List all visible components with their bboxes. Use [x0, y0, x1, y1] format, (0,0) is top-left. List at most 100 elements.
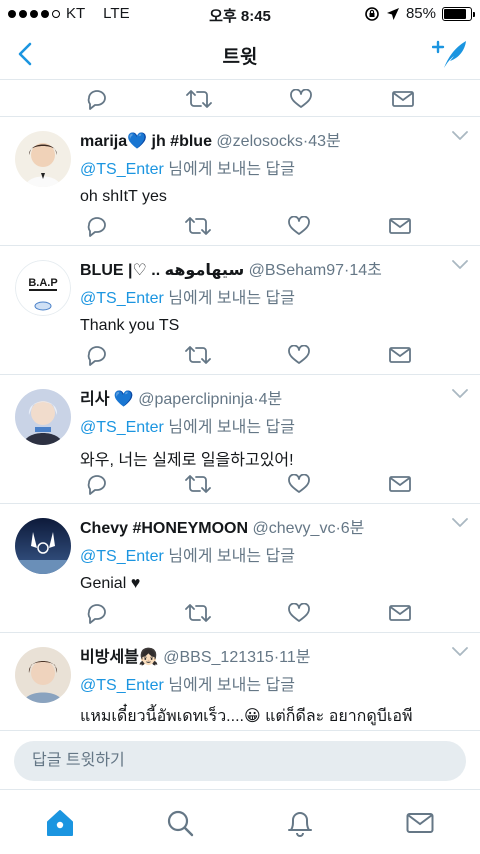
user-handle[interactable]: @BSeham97	[249, 262, 344, 279]
reply-bar	[0, 730, 480, 789]
display-name[interactable]: 리사 💙	[80, 391, 134, 408]
tweet-actions	[80, 597, 417, 629]
retweet-button[interactable]	[181, 599, 215, 627]
tweet-text: 와우, 너는 실제로 일을하고있어!	[80, 452, 294, 469]
envelope-icon	[392, 90, 414, 107]
user-handle[interactable]: @BBS_121315	[163, 649, 274, 666]
chevron-down-icon[interactable]	[452, 647, 468, 657]
retweet-button[interactable]	[181, 470, 215, 498]
replying-to-label: 님에게 보내는 답글	[163, 419, 295, 436]
tweet-content: Chevy #HONEYMOON @chevy_vc·6분 @TS_Enter …	[80, 514, 440, 593]
tab-messages[interactable]	[404, 808, 436, 838]
replies-feed[interactable]: marija💙 jh #blue @zelosocks·43분 @TS_Ente…	[0, 81, 480, 731]
compose-tweet-icon[interactable]	[432, 38, 468, 70]
display-name[interactable]: Chevy #HONEYMOON	[80, 520, 248, 537]
tweet-header: 비방세블👧🏻 @BBS_121315·11분	[80, 643, 440, 667]
location-arrow-icon	[386, 7, 399, 20]
avatar[interactable]	[15, 389, 71, 445]
chevron-down-icon[interactable]	[452, 389, 468, 399]
mention-link[interactable]: @TS_Enter	[80, 419, 164, 436]
user-handle[interactable]: @zelosocks	[216, 133, 303, 150]
reply-button[interactable]	[80, 85, 114, 113]
tab-home[interactable]	[44, 808, 76, 838]
heart-icon	[290, 88, 312, 108]
like-button[interactable]	[284, 85, 318, 113]
timestamp: 11분	[279, 649, 311, 666]
like-button[interactable]	[282, 599, 316, 627]
mention-link[interactable]: @TS_Enter	[80, 548, 164, 565]
direct-message-button[interactable]	[386, 85, 420, 113]
tab-notifications[interactable]	[284, 808, 316, 838]
mention-link[interactable]: @TS_Enter	[80, 290, 164, 307]
reply-icon	[87, 604, 106, 624]
tweet-header: BLUE |♡ .. سيهاموهه @BSeham97·14초	[80, 256, 440, 280]
envelope-icon	[389, 605, 411, 621]
replying-to-label: 님에게 보내는 답글	[163, 677, 295, 694]
reply-icon	[87, 346, 106, 366]
replying-to: @TS_Enter 님에게 보내는 답글	[80, 284, 440, 308]
chevron-down-icon[interactable]	[452, 518, 468, 528]
display-name[interactable]: BLUE |♡ .. سيهاموهه	[80, 262, 244, 279]
avatar[interactable]: B.A.P	[15, 260, 71, 316]
reply-button[interactable]	[80, 341, 114, 369]
mention-link[interactable]: @TS_Enter	[80, 161, 164, 178]
replying-to-label: 님에게 보내는 답글	[163, 161, 295, 178]
replying-to: @TS_Enter 님에게 보내는 답글	[80, 413, 440, 437]
tweet-actions	[80, 339, 417, 371]
heart-icon	[288, 216, 310, 235]
replying-to-label: 님에게 보내는 답글	[163, 548, 295, 565]
retweet-button[interactable]	[181, 341, 215, 369]
chevron-down-icon[interactable]	[452, 260, 468, 270]
search-icon	[167, 810, 194, 837]
timestamp: 4분	[258, 391, 283, 408]
reply-icon	[87, 475, 106, 495]
like-button[interactable]	[282, 470, 316, 498]
reply-button[interactable]	[80, 470, 114, 498]
tweet-actions	[80, 468, 417, 500]
user-handle[interactable]: @chevy_vc	[253, 520, 336, 537]
reply-icon	[87, 217, 106, 237]
retweet-icon	[185, 475, 211, 493]
retweet-button[interactable]	[182, 85, 216, 113]
timestamp: 43분	[308, 133, 341, 150]
like-button[interactable]	[282, 212, 316, 240]
reply-button[interactable]	[80, 212, 114, 240]
retweet-icon	[185, 604, 211, 622]
page-title: 트윗	[222, 47, 258, 68]
heart-icon	[288, 345, 310, 364]
tweet-text: oh shItT yes	[80, 188, 167, 205]
display-name[interactable]: 비방세블👧🏻	[80, 649, 159, 666]
like-button[interactable]	[282, 341, 316, 369]
replying-to-label: 님에게 보내는 답글	[163, 290, 295, 307]
display-name[interactable]: marija💙 jh #blue	[80, 133, 212, 150]
replying-to: @TS_Enter 님에게 보내는 답글	[80, 542, 440, 566]
tweet-item[interactable]: Chevy #HONEYMOON @chevy_vc·6분 @TS_Enter …	[0, 504, 480, 633]
retweet-button[interactable]	[181, 212, 215, 240]
retweet-icon	[186, 89, 212, 108]
envelope-icon	[389, 476, 411, 492]
direct-message-button[interactable]	[383, 341, 417, 369]
mention-link[interactable]: @TS_Enter	[80, 677, 164, 694]
direct-message-button[interactable]	[383, 470, 417, 498]
chevron-down-icon[interactable]	[452, 131, 468, 141]
rotation-lock-icon	[365, 6, 379, 21]
user-handle[interactable]: @paperclipninja	[138, 391, 253, 408]
tweet-item[interactable]: 비방세블👧🏻 @BBS_121315·11분 @TS_Enter 님에게 보내는…	[0, 633, 480, 731]
tweet-item[interactable]: 리사 💙 @paperclipninja·4분 @TS_Enter 님에게 보내…	[0, 375, 480, 504]
direct-message-button[interactable]	[383, 212, 417, 240]
direct-message-button[interactable]	[383, 599, 417, 627]
tweet-text: Thank you TS	[80, 317, 180, 334]
nav-bar: 트윗	[0, 28, 480, 80]
reply-tweet-input[interactable]	[14, 741, 466, 781]
avatar[interactable]	[15, 518, 71, 574]
avatar[interactable]	[15, 647, 71, 703]
reply-button[interactable]	[80, 599, 114, 627]
retweet-icon	[185, 346, 211, 364]
tab-search[interactable]	[164, 808, 196, 838]
tweet-content: 리사 💙 @paperclipninja·4분 @TS_Enter 님에게 보내…	[80, 385, 440, 470]
tab-bar	[0, 789, 480, 854]
avatar[interactable]	[15, 131, 71, 187]
status-bar: KT LTE 오후 8:45 85%	[0, 0, 480, 28]
tweet-item[interactable]: marija💙 jh #blue @zelosocks·43분 @TS_Ente…	[0, 117, 480, 246]
tweet-item[interactable]: B.A.P BLUE |♡ .. سيهاموهه @BSeham97·14초 …	[0, 246, 480, 375]
